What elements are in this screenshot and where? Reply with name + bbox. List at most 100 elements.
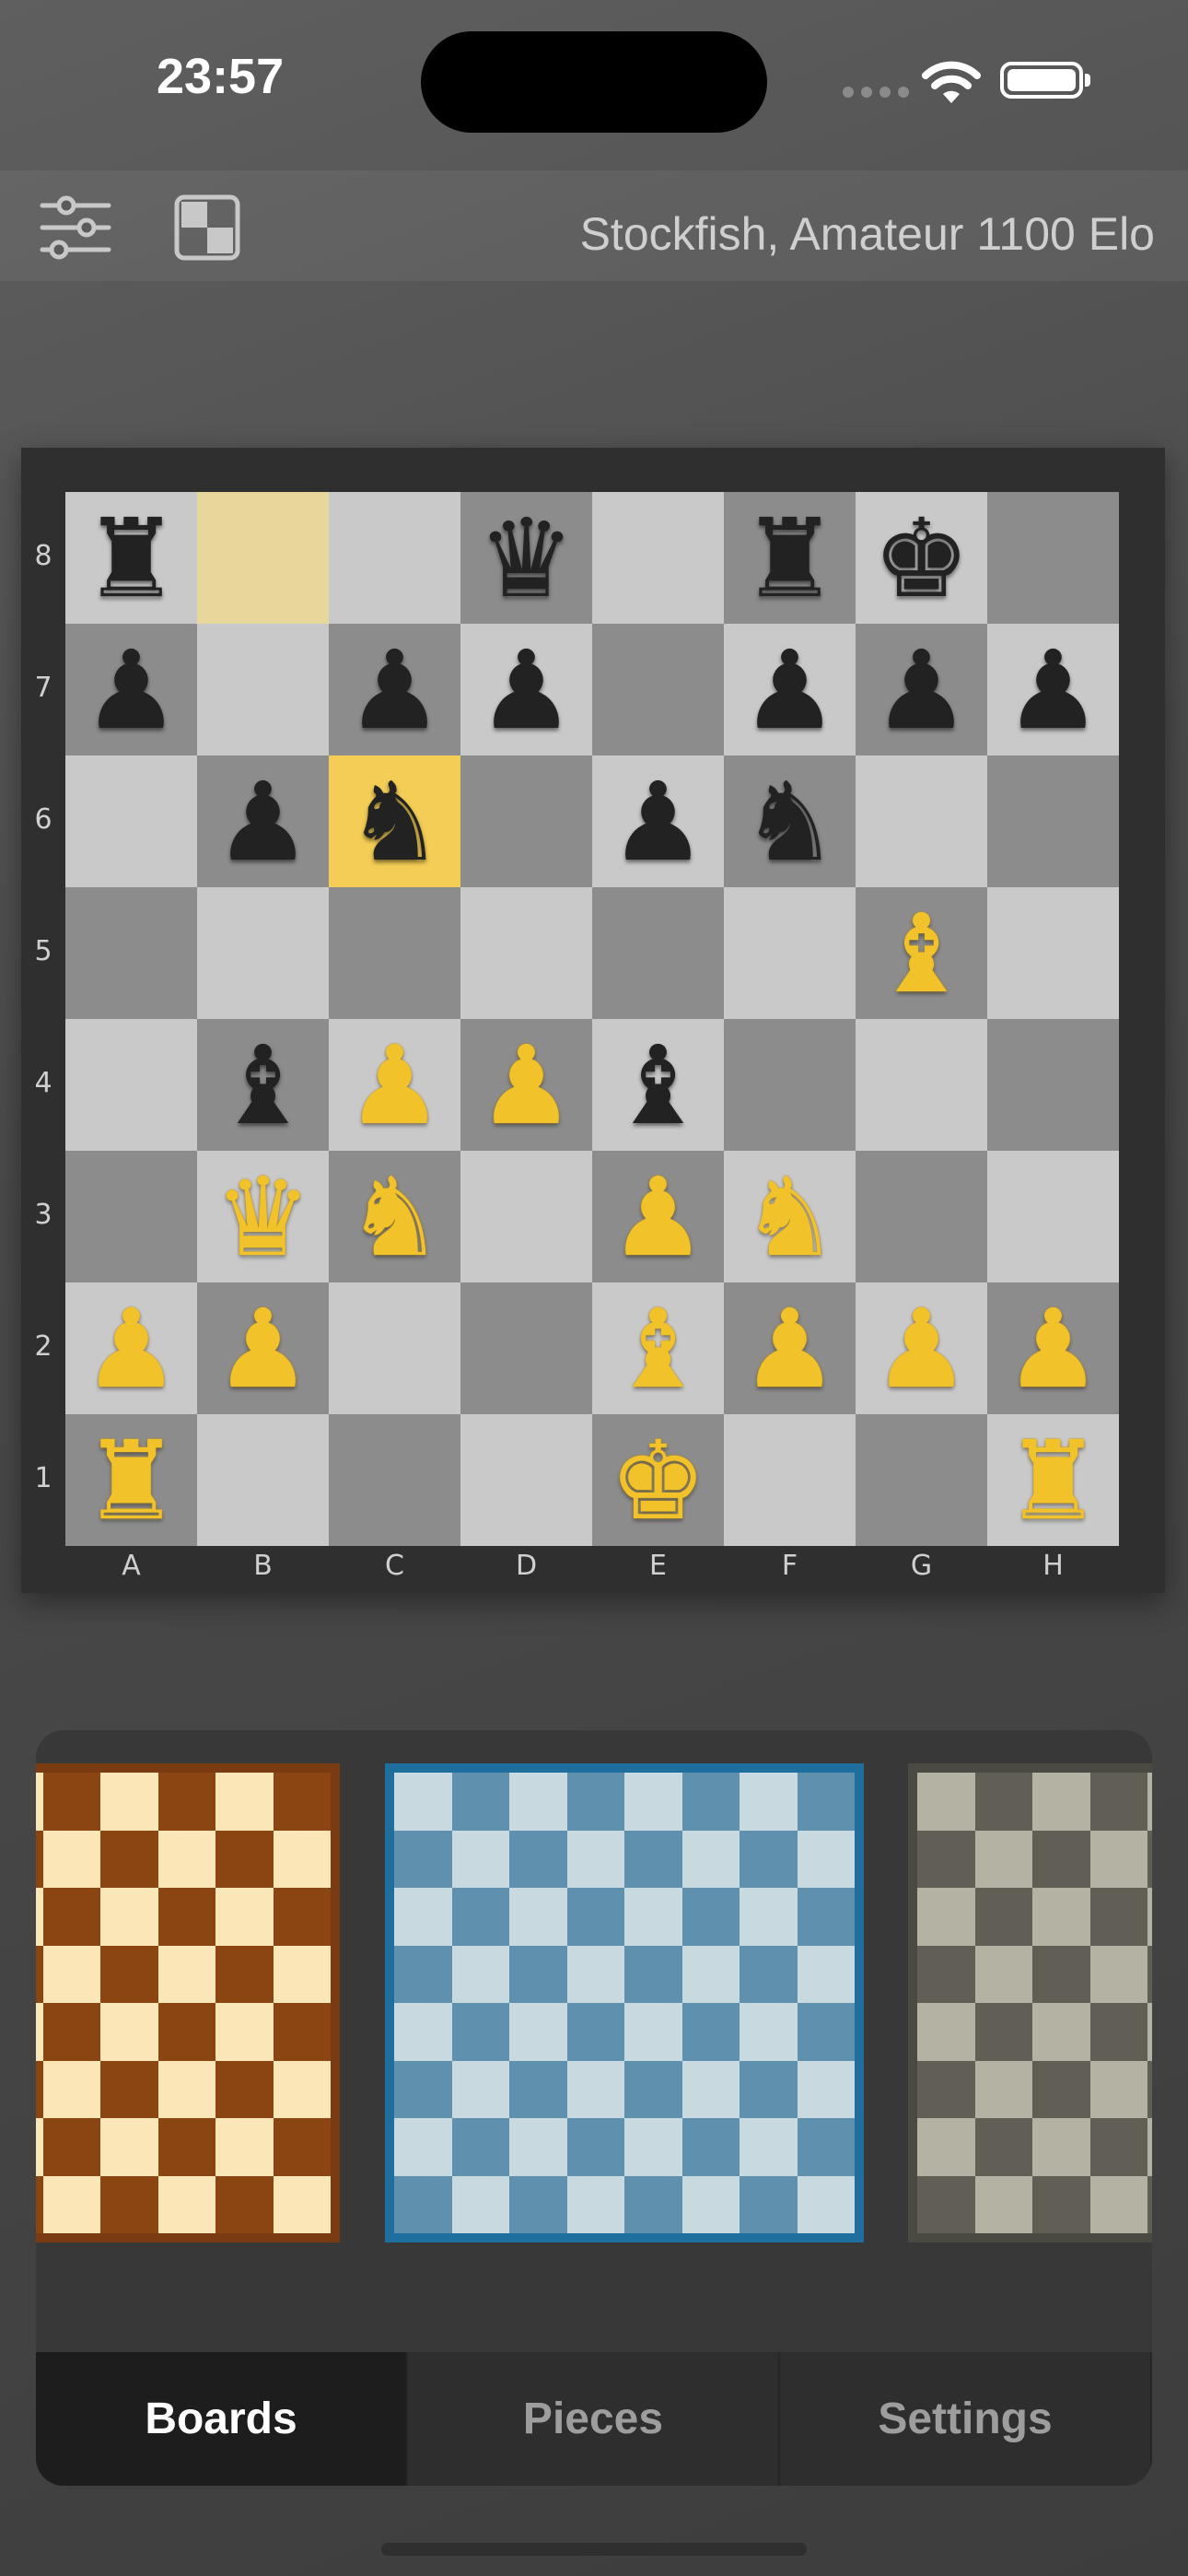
square-d6[interactable]	[460, 755, 592, 887]
board-flip-icon[interactable]	[170, 191, 244, 264]
square-d8[interactable]: ♛	[460, 492, 592, 624]
theme-wood-board[interactable]	[36, 1763, 340, 2242]
white-rook-icon[interactable]: ♜	[83, 1426, 181, 1535]
black-pawn-icon[interactable]: ♟	[478, 636, 576, 744]
black-pawn-icon[interactable]: ♟	[741, 636, 839, 744]
square-a4[interactable]	[65, 1019, 197, 1151]
square-f6[interactable]: ♞	[724, 755, 856, 887]
square-d7[interactable]: ♟	[460, 624, 592, 755]
square-c7[interactable]: ♟	[329, 624, 460, 755]
black-rook-icon[interactable]: ♜	[83, 504, 181, 613]
white-pawn-icon[interactable]: ♟	[215, 1294, 312, 1403]
tab-boards[interactable]: Boards	[36, 2352, 408, 2486]
square-c4[interactable]: ♟	[329, 1019, 460, 1151]
square-a6[interactable]	[65, 755, 197, 887]
square-h5[interactable]	[987, 887, 1119, 1019]
square-f8[interactable]: ♜	[724, 492, 856, 624]
square-c6[interactable]: ♞	[329, 755, 460, 887]
board-grid[interactable]: ♜ ♛ ♜ ♚ ♟ ♟ ♟ ♟ ♟ ♟ ♟ ♞ ♟ ♞ ♝ ♝ ♟ ♟ ♝ ♛ ♞ ♟ ♞ ♟ ♟ ♝ ♟ ♟ ♟ ♜ ♚ ♜	[65, 492, 1119, 1546]
square-e6[interactable]: ♟	[592, 755, 724, 887]
square-d1[interactable]	[460, 1414, 592, 1546]
square-g4[interactable]	[856, 1019, 987, 1151]
square-e4[interactable]: ♝	[592, 1019, 724, 1151]
square-g2[interactable]: ♟	[856, 1282, 987, 1414]
square-f4[interactable]	[724, 1019, 856, 1151]
square-c3[interactable]: ♞	[329, 1151, 460, 1282]
square-f3[interactable]: ♞	[724, 1151, 856, 1282]
square-c1[interactable]	[329, 1414, 460, 1546]
white-knight-icon[interactable]: ♞	[346, 1163, 444, 1271]
square-h7[interactable]: ♟	[987, 624, 1119, 755]
square-a7[interactable]: ♟	[65, 624, 197, 755]
square-a8[interactable]: ♜	[65, 492, 197, 624]
white-pawn-icon[interactable]: ♟	[346, 1031, 444, 1140]
square-b3[interactable]: ♛	[197, 1151, 329, 1282]
square-h2[interactable]: ♟	[987, 1282, 1119, 1414]
black-king-icon[interactable]: ♚	[873, 504, 971, 613]
square-f7[interactable]: ♟	[724, 624, 856, 755]
black-rook-icon[interactable]: ♜	[741, 504, 839, 613]
square-e7[interactable]	[592, 624, 724, 755]
square-h1[interactable]: ♜	[987, 1414, 1119, 1546]
theme-blue-board[interactable]	[385, 1763, 864, 2242]
black-pawn-icon[interactable]: ♟	[873, 636, 971, 744]
square-g5[interactable]: ♝	[856, 887, 987, 1019]
square-f2[interactable]: ♟	[724, 1282, 856, 1414]
black-pawn-icon[interactable]: ♟	[83, 636, 181, 744]
square-a3[interactable]	[65, 1151, 197, 1282]
square-b6[interactable]: ♟	[197, 755, 329, 887]
white-pawn-icon[interactable]: ♟	[1005, 1294, 1102, 1403]
black-queen-icon[interactable]: ♛	[478, 504, 576, 613]
square-b7[interactable]	[197, 624, 329, 755]
square-d2[interactable]	[460, 1282, 592, 1414]
white-pawn-icon[interactable]: ♟	[610, 1163, 707, 1271]
black-pawn-icon[interactable]: ♟	[610, 767, 707, 876]
square-d4[interactable]: ♟	[460, 1019, 592, 1151]
white-pawn-icon[interactable]: ♟	[478, 1031, 576, 1140]
square-a2[interactable]: ♟	[65, 1282, 197, 1414]
square-g8[interactable]: ♚	[856, 492, 987, 624]
white-pawn-icon[interactable]: ♟	[873, 1294, 971, 1403]
square-g7[interactable]: ♟	[856, 624, 987, 755]
square-c2[interactable]	[329, 1282, 460, 1414]
square-e2[interactable]: ♝	[592, 1282, 724, 1414]
square-b4[interactable]: ♝	[197, 1019, 329, 1151]
square-b2[interactable]: ♟	[197, 1282, 329, 1414]
square-c8[interactable]	[329, 492, 460, 624]
white-rook-icon[interactable]: ♜	[1005, 1426, 1102, 1535]
engine-label[interactable]: Stockfish, Amateur 1100 Elo	[580, 207, 1155, 261]
white-bishop-icon[interactable]: ♝	[610, 1294, 707, 1403]
square-e3[interactable]: ♟	[592, 1151, 724, 1282]
square-g3[interactable]	[856, 1151, 987, 1282]
black-bishop-icon[interactable]: ♝	[610, 1031, 707, 1140]
white-queen-icon[interactable]: ♛	[215, 1163, 312, 1271]
sliders-icon[interactable]	[39, 191, 112, 264]
square-e1[interactable]: ♚	[592, 1414, 724, 1546]
tab-pieces[interactable]: Pieces	[408, 2352, 780, 2486]
square-a1[interactable]: ♜	[65, 1414, 197, 1546]
white-pawn-icon[interactable]: ♟	[741, 1294, 839, 1403]
square-g6[interactable]	[856, 755, 987, 887]
square-d3[interactable]	[460, 1151, 592, 1282]
black-pawn-icon[interactable]: ♟	[346, 636, 444, 744]
white-knight-icon[interactable]: ♞	[741, 1163, 839, 1271]
white-king-icon[interactable]: ♚	[610, 1426, 707, 1535]
square-b8[interactable]	[197, 492, 329, 624]
square-f5[interactable]	[724, 887, 856, 1019]
black-knight-icon[interactable]: ♞	[346, 767, 444, 876]
black-pawn-icon[interactable]: ♟	[215, 767, 312, 876]
theme-gray-board[interactable]	[908, 1763, 1152, 2242]
white-pawn-icon[interactable]: ♟	[83, 1294, 181, 1403]
square-h6[interactable]	[987, 755, 1119, 887]
square-d5[interactable]	[460, 887, 592, 1019]
square-a5[interactable]	[65, 887, 197, 1019]
square-e5[interactable]	[592, 887, 724, 1019]
square-b1[interactable]	[197, 1414, 329, 1546]
square-g1[interactable]	[856, 1414, 987, 1546]
square-e8[interactable]	[592, 492, 724, 624]
square-h4[interactable]	[987, 1019, 1119, 1151]
white-bishop-icon[interactable]: ♝	[873, 899, 971, 1008]
black-bishop-icon[interactable]: ♝	[215, 1031, 312, 1140]
square-b5[interactable]	[197, 887, 329, 1019]
square-h3[interactable]	[987, 1151, 1119, 1282]
